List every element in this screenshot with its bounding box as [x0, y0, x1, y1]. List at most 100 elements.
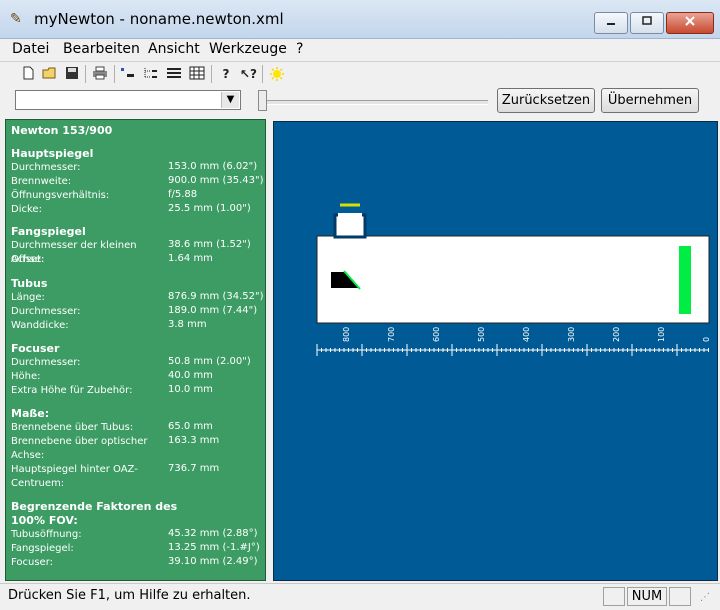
info-label: Brennebene über Tubus:: [11, 422, 134, 433]
info-label: Höhe:: [11, 371, 41, 382]
info-label: Tubusöffnung:: [11, 529, 82, 540]
info-label: Durchmesser:: [11, 306, 81, 317]
info-value: 10.0 mm: [168, 384, 213, 395]
panel-title: Newton 153/900: [11, 124, 113, 137]
tube-body: [316, 235, 710, 324]
ruler-label: 100: [657, 327, 666, 342]
telescope-combo[interactable]: ▼: [15, 90, 241, 110]
minimize-icon: [607, 23, 615, 25]
info-label: Brennebene über optischer Achse:: [11, 436, 148, 461]
context-help-icon[interactable]: ↖?: [240, 66, 257, 82]
info-value: 25.5 mm (1.00"): [168, 203, 251, 214]
section-heading: Focuser: [11, 342, 60, 355]
info-value: 3.8 mm: [168, 319, 207, 330]
info-label: Durchmesser:: [11, 162, 81, 173]
menu-werkzeuge[interactable]: Werkzeuge: [209, 41, 287, 57]
open-folder-icon[interactable]: [42, 66, 58, 82]
text-view-icon[interactable]: [120, 66, 136, 82]
maximize-button[interactable]: [630, 12, 664, 34]
drawing-canvas[interactable]: 800 700 600 500 400 300 200 100 0: [273, 121, 718, 581]
info-value: 189.0 mm (7.44"): [168, 305, 258, 316]
num-lock-indicator: NUM: [627, 587, 667, 606]
info-label: Extra Höhe für Zubehör:: [11, 385, 133, 396]
section-heading: Fangspiegel: [11, 225, 86, 238]
help-icon[interactable]: ?: [218, 66, 234, 82]
ruler-label: 0: [702, 337, 711, 342]
info-value: 40.0 mm: [168, 370, 213, 381]
info-label: Hauptspiegel hinter OAZ-Centruem:: [11, 464, 138, 489]
info-value: 900.0 mm (35.43"): [168, 175, 264, 186]
status-bar: Drücken Sie F1, um Hilfe zu erhalten. NU…: [0, 583, 720, 610]
info-value: 65.0 mm: [168, 421, 213, 432]
toolbar-separator: [211, 65, 212, 83]
info-value: 1.64 mm: [168, 253, 213, 264]
section-heading: Maße:: [11, 407, 50, 420]
list-view-icon[interactable]: [166, 66, 182, 82]
ruler-label: 800: [342, 327, 351, 342]
info-label: Wanddicke:: [11, 320, 69, 331]
chevron-down-icon[interactable]: ▼: [221, 92, 239, 108]
ruler-label: 600: [432, 327, 441, 342]
info-value: 163.3 mm: [168, 435, 220, 446]
menu-datei[interactable]: Datei: [12, 41, 49, 57]
menu-bar: Datei Bearbeiten Ansicht Werkzeuge ?: [0, 39, 720, 60]
new-file-icon[interactable]: [20, 66, 36, 82]
info-value: 45.32 mm (2.88°): [168, 528, 258, 539]
save-icon[interactable]: [64, 66, 80, 82]
status-indicator: [603, 587, 625, 606]
menu-ansicht[interactable]: Ansicht: [148, 41, 200, 57]
primary-mirror: [679, 246, 691, 314]
toolbar-separator: [85, 65, 86, 83]
ruler-label: 500: [477, 327, 486, 342]
info-label: Fangspiegel:: [11, 543, 74, 554]
print-icon[interactable]: [92, 66, 108, 82]
title-bar: ✎ myNewton - noname.newton.xml: [0, 0, 720, 39]
focuser-top: [338, 213, 362, 219]
info-value: 876.9 mm (34.52"): [168, 291, 264, 302]
toolbar-separator: [114, 65, 115, 83]
slider-track[interactable]: [262, 100, 488, 105]
info-value: 13.25 mm (-1.#J°): [168, 542, 260, 553]
info-value: 153.0 mm (6.02"): [168, 161, 258, 172]
info-label: Focuser:: [11, 557, 54, 568]
reset-button[interactable]: Zurücksetzen: [497, 88, 595, 113]
info-label: Öffnungsverhältnis:: [11, 190, 110, 201]
status-indicator: [669, 587, 691, 606]
info-value: 736.7 mm: [168, 463, 220, 474]
detail-view-icon[interactable]: [189, 66, 205, 82]
toolbar: ? ↖?: [0, 61, 720, 87]
minimize-button[interactable]: [594, 12, 628, 34]
resize-grip-icon[interactable]: ⋰: [700, 592, 710, 603]
window-title: myNewton - noname.newton.xml: [34, 10, 284, 28]
status-text: Drücken Sie F1, um Hilfe zu erhalten.: [8, 588, 251, 603]
apply-button[interactable]: Übernehmen: [601, 88, 699, 113]
info-value: 50.8 mm (2.00"): [168, 356, 251, 367]
section-heading: Begrenzende Faktoren des 100% FOV:: [11, 500, 178, 527]
info-value: 39.10 mm (2.49°): [168, 556, 258, 567]
ruler-label: 300: [567, 327, 576, 342]
sun-icon[interactable]: [269, 66, 285, 82]
info-label: Durchmesser:: [11, 357, 81, 368]
ruler-label: 400: [522, 327, 531, 342]
info-value: 38.6 mm (1.52"): [168, 239, 251, 250]
telescope-diagram: 800 700 600 500 400 300 200 100 0: [316, 203, 711, 356]
close-button[interactable]: [666, 12, 714, 34]
menu-bearbeiten[interactable]: Bearbeiten: [63, 41, 140, 57]
ruler-label: 700: [387, 327, 396, 342]
maximize-icon: [642, 16, 652, 25]
menu-help[interactable]: ?: [296, 41, 303, 57]
tree-view-icon[interactable]: [143, 66, 159, 82]
info-label: Dicke:: [11, 204, 42, 215]
slider-thumb[interactable]: [258, 90, 267, 111]
info-panel: Newton 153/900 Hauptspiegel Durchmesser:…: [5, 119, 266, 581]
section-heading: Tubus: [11, 277, 48, 290]
close-icon: [685, 16, 695, 26]
toolbar-separator: [262, 65, 263, 83]
ruler: 800 700 600 500 400 300 200 100 0: [316, 327, 711, 356]
section-heading: Hauptspiegel: [11, 147, 94, 160]
app-icon: ✎: [10, 11, 22, 27]
ruler-label: 200: [612, 327, 621, 342]
info-value: f/5.88: [168, 189, 198, 200]
info-label: Brennweite:: [11, 176, 72, 187]
info-label: Länge:: [11, 292, 45, 303]
